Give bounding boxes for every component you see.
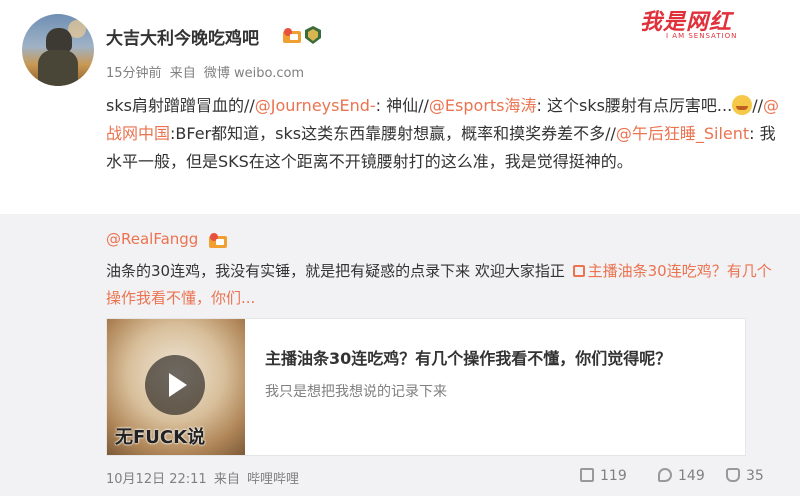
thumbnail-caption: 无FUCK说 (115, 427, 206, 448)
post-meta: 15分钟前 来自 微博 weibo.com (106, 62, 308, 81)
from-label: 来自 (169, 66, 196, 81)
comment-icon (658, 468, 672, 482)
video-card[interactable]: 无FUCK说 主播油条30连吃鸡？有几个操作我看不懂，你们觉得呢？ 我只是想把我… (106, 318, 746, 456)
member-badge-icon[interactable] (208, 231, 228, 249)
avatar-helmet (46, 28, 72, 52)
watermark-logo: 我是网红 I AM SENSATION (640, 4, 780, 44)
post-text-segment: : 这个sks腰射有点厉害吧... (536, 96, 733, 115)
repost-source[interactable]: 哔哩哔哩 (247, 472, 299, 487)
post-text-segment: : 神仙// (375, 96, 429, 115)
post-source[interactable]: 微博 weibo.com (204, 66, 304, 81)
post-text-segment: sks肩射蹭蹭冒血的// (106, 96, 255, 115)
repost-text-body: 油条的30连鸡，我没有实锤，就是把有疑惑的点录下来 欢迎大家指正 (106, 262, 565, 280)
username[interactable]: 大吉大利今晚吃鸡吧 (106, 24, 259, 49)
watermark-logo-subtext: I AM SENSATION (666, 32, 738, 40)
post-text-segment: :BFer都知道，sks这类东西靠腰射想赢，概率和摸奖券差不多// (170, 124, 616, 143)
repost-count: 119 (600, 468, 627, 484)
post-content: sks肩射蹭蹭冒血的//@JourneysEnd-: 神仙//@Esports海… (106, 92, 786, 176)
avatar[interactable] (22, 14, 94, 86)
post-time[interactable]: 15分钟前 (106, 66, 162, 81)
play-icon[interactable] (145, 355, 205, 415)
mention-link[interactable]: @JourneysEnd- (255, 96, 376, 115)
repost-author[interactable]: @RealFangg (106, 230, 198, 248)
link-icon (572, 265, 585, 277)
reposted-weibo: @RealFangg 油条的30连鸡，我没有实锤，就是把有疑惑的点录下来 欢迎大… (0, 214, 800, 496)
like-button[interactable]: 35 (726, 466, 764, 486)
comment-count: 149 (678, 468, 705, 484)
video-thumbnail[interactable]: 无FUCK说 (107, 319, 245, 455)
like-count: 35 (746, 468, 764, 484)
thumbs-up-icon (726, 468, 740, 482)
repost-from-label: 来自 (213, 472, 240, 487)
repost-text: 油条的30连鸡，我没有实锤，就是把有疑惑的点录下来 欢迎大家指正 主播油条30连… (106, 258, 786, 312)
repost-actions: 119 149 35 (580, 466, 780, 486)
repost-meta: 10月12日 22:11 来自 哔哩哔哩 (106, 468, 302, 487)
mention-link[interactable]: @Esports海涛 (429, 96, 537, 115)
repost-button[interactable]: 119 (580, 466, 627, 486)
mention-link[interactable]: @午后狂睡_Silent (616, 124, 749, 143)
post-text-segment: // (752, 96, 763, 115)
video-card-title[interactable]: 主播油条30连吃鸡？有几个操作我看不懂，你们觉得呢？ (265, 345, 671, 369)
avatar-soldier (38, 50, 78, 86)
share-icon (580, 468, 594, 482)
weibo-post: 大吉大利今晚吃鸡吧 15分钟前 来自 微博 weibo.com 我是网红 I A… (0, 0, 800, 496)
repost-date[interactable]: 10月12日 22:11 (106, 472, 207, 487)
member-badge-icon[interactable] (282, 26, 302, 44)
comment-button[interactable]: 149 (658, 466, 705, 486)
game-badge-icon[interactable] (304, 25, 322, 45)
video-card-description: 我只是想把我想说的记录下来 (265, 384, 447, 400)
laughing-crying-emoji-icon (732, 95, 753, 115)
